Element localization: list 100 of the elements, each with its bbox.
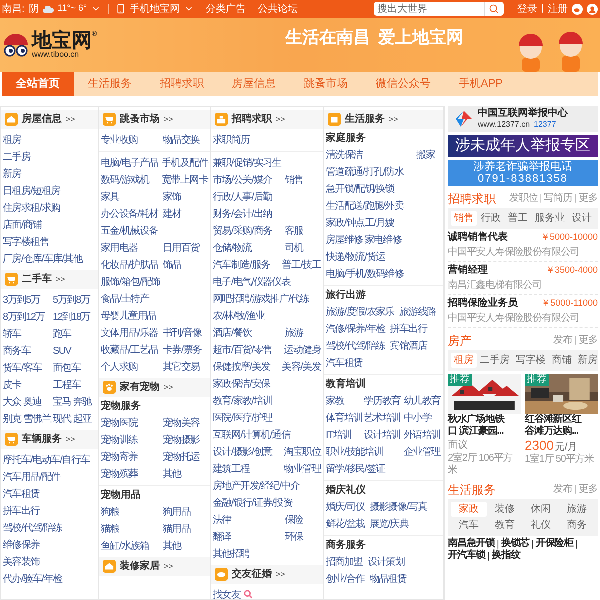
more-link[interactable]: >> (66, 114, 76, 126)
section-title[interactable]: 装修家居 (120, 559, 160, 574)
category-link[interactable]: 3万到5万 (3, 295, 40, 306)
category-link[interactable]: 现代 起亚 (53, 414, 92, 425)
category-link[interactable]: 找女友 (213, 590, 241, 600)
category-link[interactable]: 金融/银行/证券/投资 (213, 498, 293, 509)
category-link[interactable]: 狗粮 (101, 507, 120, 518)
category-link[interactable]: 服饰/箱包/配饰 (101, 277, 160, 288)
category-link[interactable]: 厂房/仓库/车库/其他 (3, 254, 83, 265)
more-link[interactable]: >> (276, 114, 286, 126)
category-link[interactable]: 猫用品 (163, 524, 191, 535)
category-link[interactable]: 家教 (326, 396, 344, 407)
category-link[interactable]: 展览/庆典 (370, 519, 409, 530)
category-link[interactable]: 生活配送/跑腿/外卖 (326, 201, 404, 212)
category-link[interactable]: 汽修/保养/年检 (326, 324, 386, 335)
category-link[interactable]: 面包车 (53, 363, 81, 374)
category-link[interactable]: 中小学 (404, 413, 432, 424)
category-link[interactable]: 食品/土特产 (101, 294, 149, 305)
tab[interactable]: 休闲 (523, 502, 559, 517)
category-link[interactable]: 宠物托运 (163, 452, 200, 463)
section-title[interactable]: 交友征婚 (232, 567, 272, 582)
category-link[interactable]: 摄影摄像/写真 (370, 502, 427, 513)
listing-title[interactable]: 秋水广场地铁口 滨江豪园... (448, 414, 510, 438)
category-link[interactable]: 设计培训 (364, 430, 401, 441)
section-title[interactable]: 车辆服务 (22, 432, 62, 447)
category-link[interactable]: 家政/钟点工/月嫂 (326, 218, 394, 229)
category-link[interactable]: 住房求租/求购 (3, 203, 60, 214)
more-link[interactable]: >> (164, 382, 174, 394)
category-link[interactable]: 留学/移民/签证 (326, 464, 386, 475)
category-link[interactable]: 物品交换 (163, 135, 200, 146)
category-link[interactable]: 搬家 (416, 150, 435, 161)
tab[interactable]: 礼仪 (523, 518, 559, 533)
category-link[interactable]: 代办/验车/年检 (3, 574, 62, 585)
category-link[interactable]: 设计策划 (368, 557, 405, 568)
category-link[interactable]: 汽车用品/配件 (3, 472, 60, 483)
category-link[interactable]: 外语培训 (404, 430, 441, 441)
category-link[interactable]: 旅游/度假/农家乐 (326, 307, 394, 318)
category-link[interactable]: 建材 (163, 209, 182, 220)
category-link[interactable]: 拼车出行 (3, 506, 40, 517)
category-link[interactable]: 贸易/采购/商务 (213, 226, 272, 237)
job-title[interactable]: 诚聘销售代表 (448, 231, 508, 244)
listing-title[interactable]: 红谷滩新区红谷滩万达购... (525, 414, 587, 438)
user-icon[interactable] (587, 4, 598, 14)
category-link[interactable]: 幼儿教育 (404, 396, 441, 407)
tab[interactable]: 新房 (575, 353, 600, 368)
service-link[interactable]: 开汽车锁 (448, 550, 486, 562)
category-link[interactable]: 客服 (285, 226, 304, 237)
search-button[interactable] (484, 2, 504, 16)
category-link[interactable]: 鱼缸/水族箱 (101, 541, 149, 552)
report-center-banner[interactable]: 中国互联网举报中心 www.12377.cn 12377 (448, 106, 598, 132)
category-link[interactable]: 市场/公关/媒介 (213, 175, 272, 186)
category-link[interactable]: 电脑/电子产品 (101, 158, 158, 169)
category-link[interactable]: IT培训 (326, 430, 352, 441)
category-link[interactable]: 皮卡 (3, 380, 22, 391)
category-link[interactable]: 设计/摄影/创意 (213, 447, 272, 458)
service-link[interactable]: 换锁芯 (501, 538, 530, 550)
category-link[interactable]: 家饰 (163, 192, 182, 203)
category-link[interactable]: 农/林/牧/渔业 (213, 311, 265, 322)
service-link[interactable]: 南昌急开锁 (448, 538, 496, 550)
category-link[interactable]: 其他 (163, 541, 182, 552)
category-link[interactable]: 网吧招聘/游戏推广/代练 (213, 294, 309, 305)
category-link[interactable]: 互联网/计算机/通信 (213, 430, 291, 441)
category-link[interactable]: 行政/人事/后勤 (213, 192, 272, 203)
service-link[interactable]: 开保险柜 (536, 538, 574, 550)
category-link[interactable]: 书刊/音像 (163, 328, 202, 339)
category-link[interactable]: 专业收购 (101, 135, 138, 146)
category-link[interactable]: 跑车 (53, 329, 72, 340)
category-link[interactable]: 宾馆酒店 (390, 341, 427, 352)
category-link[interactable]: 电脑/手机/数码维修 (326, 269, 404, 280)
category-link[interactable]: 销售 (285, 175, 304, 186)
category-link[interactable]: 卡券/票务 (163, 345, 202, 356)
category-link[interactable]: 大众 奥迪 (3, 397, 42, 408)
category-link[interactable]: 婚庆/司仪 (326, 502, 365, 513)
category-link[interactable]: 鲜花/盆栽 (326, 519, 365, 530)
category-link[interactable]: 仓储/物流 (213, 243, 252, 254)
category-link[interactable]: 管道疏通/打孔/防水 (326, 167, 404, 178)
section-title[interactable]: 生活服务 (345, 112, 385, 127)
category-link[interactable]: 12到18万 (53, 312, 90, 323)
job-title[interactable]: 招聘保险业务员 (448, 297, 518, 310)
category-link[interactable]: 5万到8万 (53, 295, 90, 306)
more-link[interactable]: >> (56, 274, 66, 286)
category-link[interactable]: 文体用品/乐器 (101, 328, 158, 339)
category-link[interactable]: 工程车 (53, 380, 81, 391)
tab[interactable]: 租房 (451, 353, 477, 368)
category-link[interactable]: 保险 (285, 515, 304, 526)
category-link[interactable]: 母婴儿童用品 (101, 311, 156, 322)
category-link[interactable]: 宠物寄养 (101, 452, 138, 463)
category-link[interactable]: 化妆品/护肤品 (101, 260, 158, 271)
section-title[interactable]: 招聘求职 (232, 112, 272, 127)
category-link[interactable]: 家用电器 (101, 243, 138, 254)
category-link[interactable]: 拼车出行 (390, 324, 427, 335)
category-link[interactable]: 驾校/代驾/陪练 (3, 523, 62, 534)
social-icon[interactable] (572, 4, 583, 14)
tab[interactable]: 家政 (451, 502, 487, 517)
category-link[interactable]: 租房 (3, 135, 22, 146)
category-link[interactable]: 汽车租赁 (3, 489, 40, 500)
category-link[interactable]: 日租房/短租房 (3, 186, 60, 197)
category-link[interactable]: 汽车制造/服务 (213, 260, 270, 271)
job-title[interactable]: 营销经理 (448, 264, 488, 277)
category-link[interactable]: 淘宝职位 (284, 447, 321, 458)
